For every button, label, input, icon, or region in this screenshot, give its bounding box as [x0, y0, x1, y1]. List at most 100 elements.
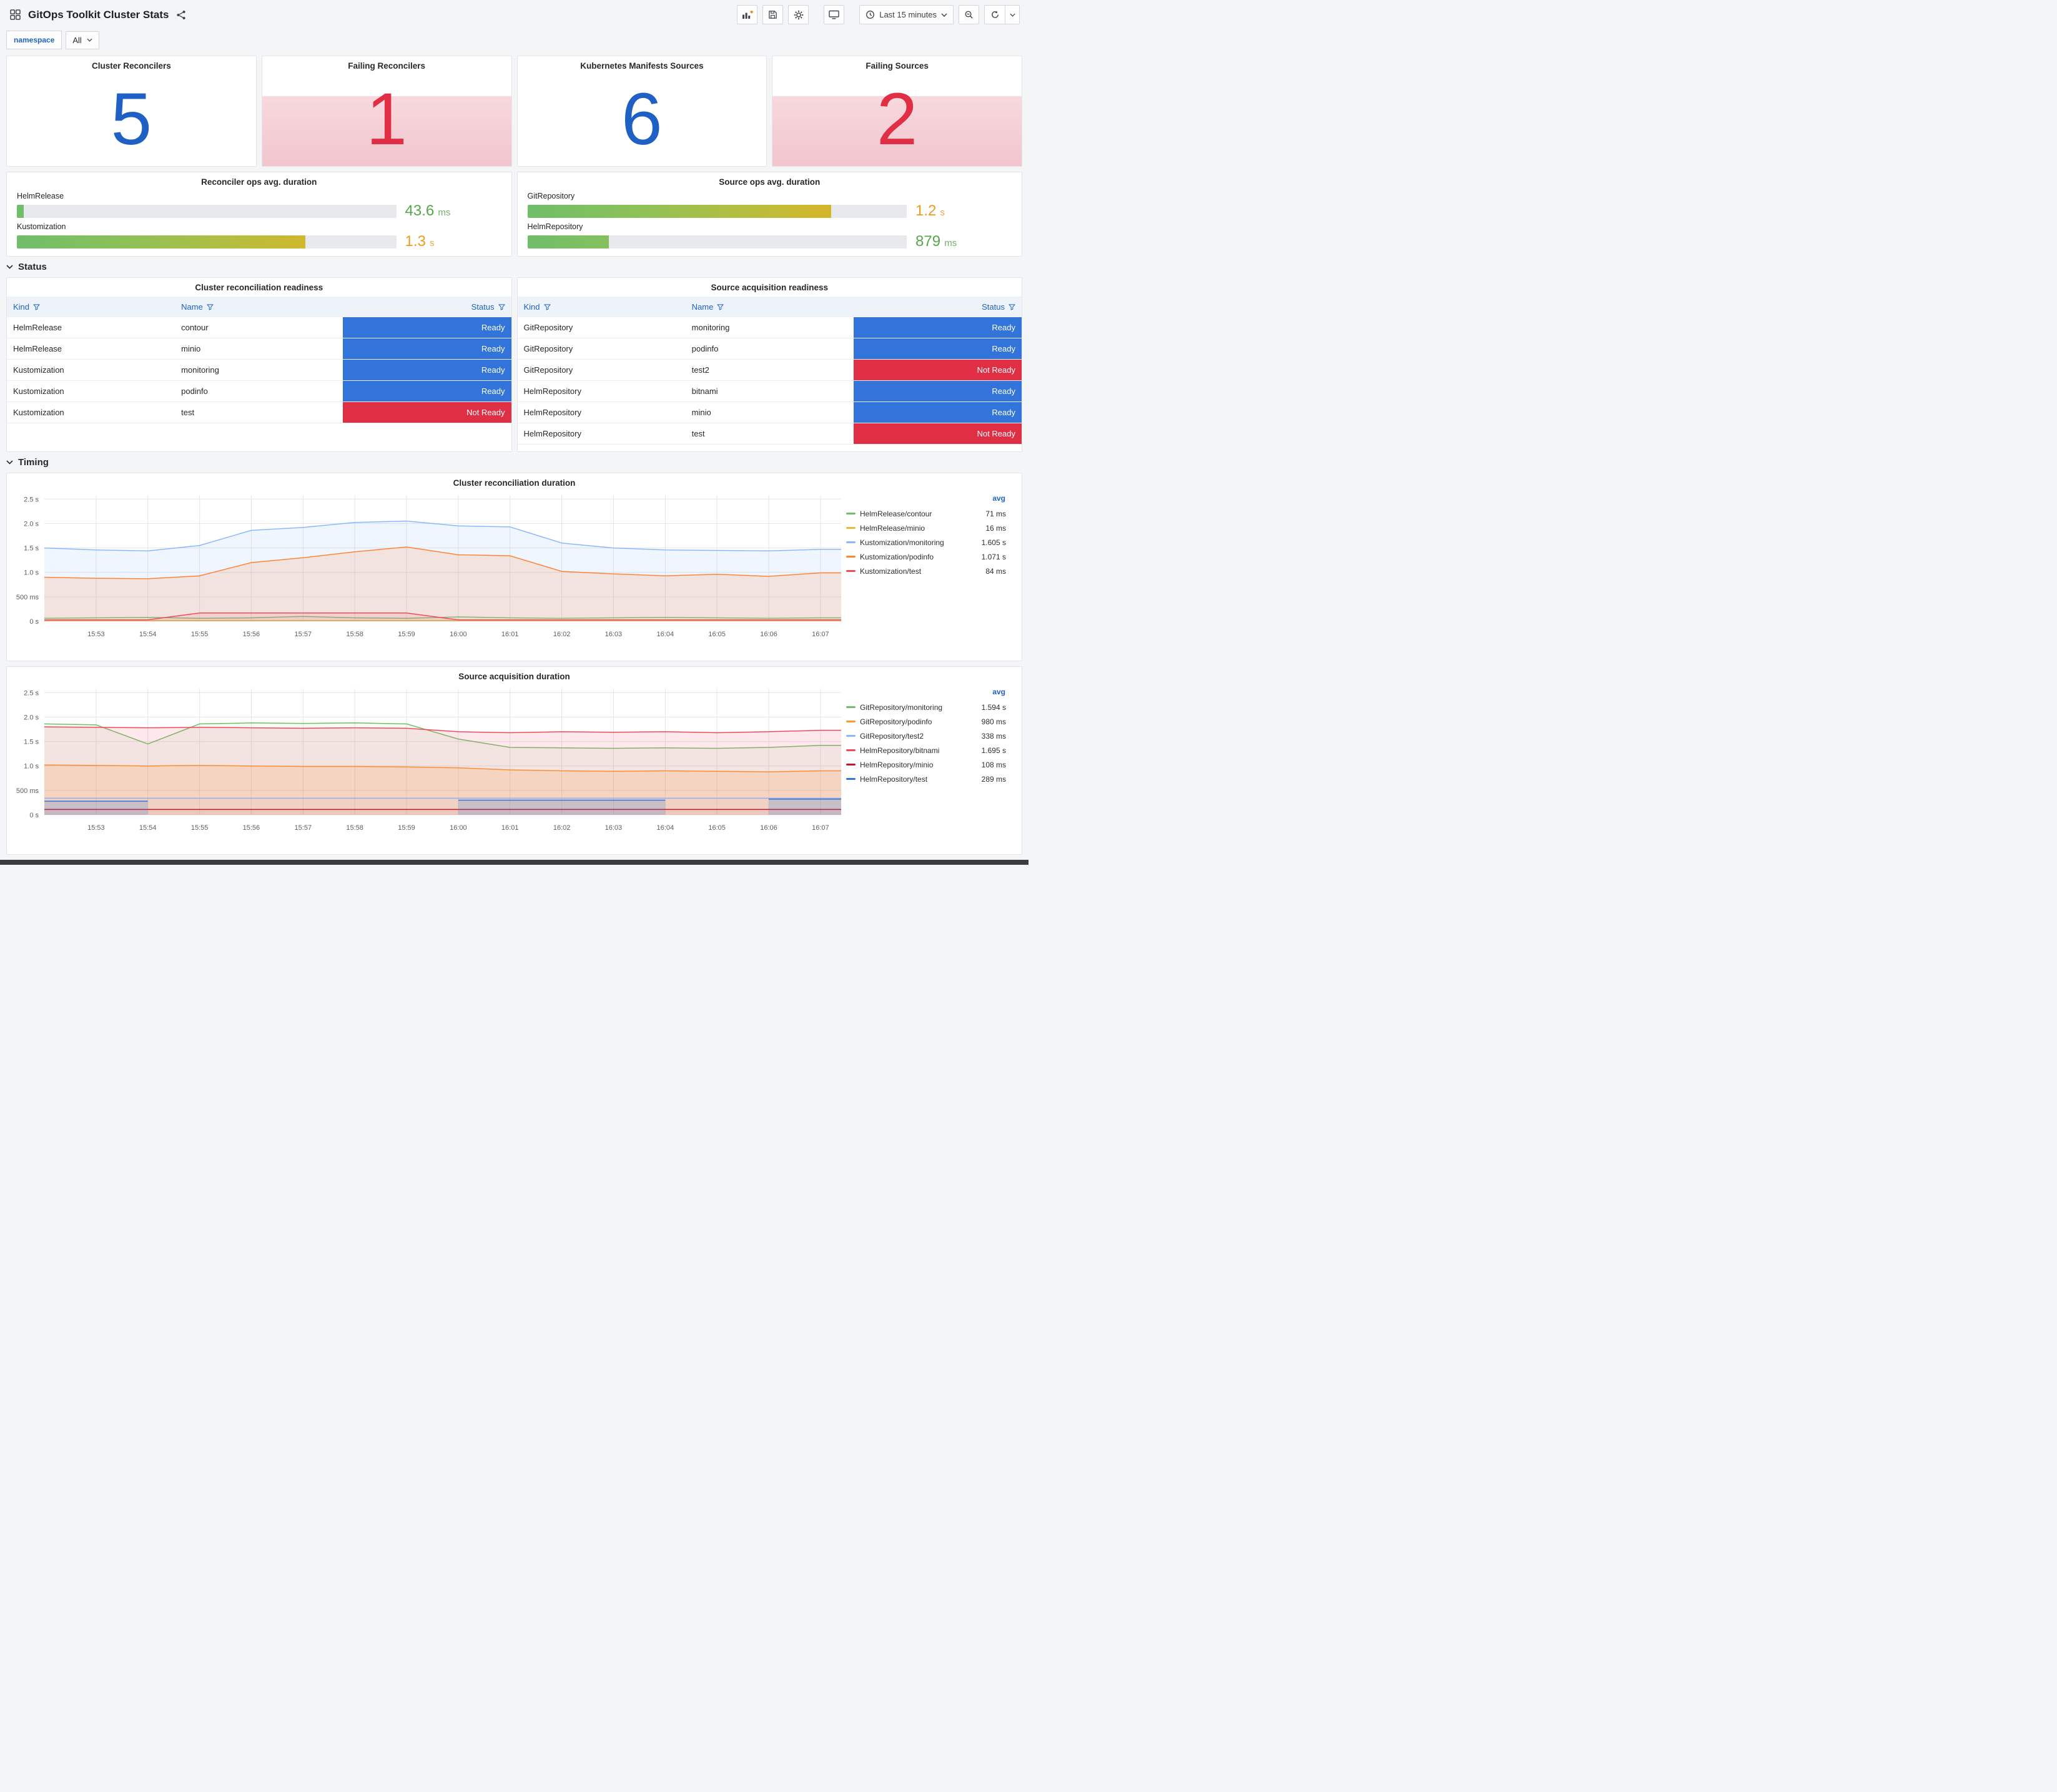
name-cell: test [685, 423, 854, 445]
legend-item[interactable]: HelmRepository/test 289 ms [846, 772, 1006, 786]
legend-item[interactable]: Kustomization/test 84 ms [846, 564, 1006, 578]
table-row: HelmRepository test Not Ready [517, 423, 1022, 445]
section-toggle-status[interactable]: Status [6, 262, 1022, 272]
x-tick-label: 15:56 [243, 824, 260, 832]
legend-avg-header[interactable]: avg [846, 494, 1006, 506]
filter-icon[interactable] [1009, 303, 1015, 310]
y-tick-label: 2.5 s [24, 496, 39, 503]
filter-icon[interactable] [498, 303, 505, 310]
filter-icon[interactable] [717, 303, 724, 310]
legend-item[interactable]: HelmRelease/contour 71 ms [846, 506, 1006, 521]
panel-title[interactable]: Kubernetes Manifests Sources [518, 56, 767, 72]
table-panel-cluster-reconciliation-readiness: Cluster reconciliation readiness Kind Na… [6, 277, 512, 452]
save-dashboard-button[interactable] [762, 5, 784, 24]
x-tick-label: 15:53 [87, 631, 105, 638]
filter-icon[interactable] [33, 303, 40, 310]
x-tick-label: 15:54 [139, 824, 157, 832]
x-tick-label: 16:00 [450, 824, 467, 832]
panel-title[interactable]: Failing Sources [772, 56, 1022, 72]
name-cell: podinfo [685, 338, 854, 360]
legend-item[interactable]: HelmRelease/minio 16 ms [846, 521, 1006, 535]
legend-item[interactable]: HelmRepository/minio 108 ms [846, 757, 1006, 772]
gauge-value: 879 ms [915, 233, 957, 250]
series-area [44, 727, 841, 815]
y-tick-label: 1.5 s [24, 545, 39, 553]
series-name: HelmRepository/minio [860, 760, 934, 769]
stat-value: 6 [621, 77, 663, 160]
section-title: Status [18, 262, 47, 272]
panel-title[interactable]: Cluster Reconcilers [7, 56, 256, 72]
gauge-track [527, 204, 907, 218]
gauge-label: Kustomization [17, 222, 66, 231]
x-tick-label: 15:57 [295, 631, 312, 638]
panel-title[interactable]: Failing Reconcilers [262, 56, 511, 72]
readiness-table: Kind Name Status HelmRelease contour Ready… [7, 297, 511, 423]
screen-bottom-edge [0, 860, 1028, 865]
kind-cell: GitRepository [517, 359, 686, 381]
refresh-interval-dropdown[interactable] [1005, 5, 1020, 24]
kind-cell: Kustomization [7, 401, 175, 423]
apps-grid-icon[interactable] [9, 8, 22, 21]
time-range-picker[interactable]: Last 15 minutes [859, 5, 954, 24]
y-tick-label: 1.0 s [24, 763, 39, 770]
section-title: Timing [18, 457, 49, 468]
gauge-value: 1.3 s [405, 233, 435, 250]
series-color-marker [846, 721, 856, 722]
x-tick-label: 16:05 [708, 631, 726, 638]
legend-item[interactable]: Kustomization/podinfo 1.071 s [846, 549, 1006, 564]
zoom-out-time-button[interactable] [959, 5, 979, 24]
section-toggle-timing[interactable]: Timing [6, 457, 1022, 468]
legend-item[interactable]: GitRepository/monitoring 1.594 s [846, 700, 1006, 714]
table-row: Kustomization monitoring Ready [7, 359, 511, 381]
filter-icon[interactable] [543, 303, 551, 310]
timeseries-plot[interactable]: 0 s 500 ms 1.0 s 1.5 s 2.0 s 2.5 s 15:53 15:54 1… [9, 682, 846, 840]
y-tick-label: 0 s [29, 812, 39, 819]
variables-row: namespace All [0, 29, 1028, 56]
legend-item[interactable]: Kustomization/monitoring 1.605 s [846, 535, 1006, 549]
add-panel-button[interactable] [737, 5, 758, 24]
series-name: Kustomization/monitoring [860, 538, 944, 547]
x-tick-label: 15:57 [295, 824, 312, 832]
gauge-bar [527, 235, 609, 249]
panel-title[interactable]: Source acquisition duration [7, 667, 1022, 682]
gauge-track [17, 204, 397, 218]
legend-item[interactable]: GitRepository/test2 338 ms [846, 729, 1006, 743]
filter-icon[interactable] [207, 303, 214, 310]
dashboard-settings-button[interactable] [788, 5, 809, 24]
x-tick-label: 16:00 [450, 631, 467, 638]
gauge-panel-reconciler-ops: Reconciler ops avg. duration HelmRelease… [6, 172, 512, 257]
timeseries-plot[interactable]: 0 s 500 ms 1.0 s 1.5 s 2.0 s 2.5 s 15:53 15:54 1… [9, 489, 846, 646]
legend-item[interactable]: GitRepository/podinfo 980 ms [846, 714, 1006, 729]
panel-title[interactable]: Cluster reconciliation readiness [7, 278, 511, 293]
status-cell: Ready [343, 380, 511, 402]
column-header-status[interactable]: Status [343, 297, 511, 317]
panel-title[interactable]: Source ops avg. duration [518, 172, 1022, 188]
x-tick-label: 16:01 [501, 631, 519, 638]
cycle-view-mode-button[interactable] [824, 5, 845, 24]
y-tick-label: 0 s [29, 618, 39, 626]
panel-title[interactable]: Source acquisition readiness [518, 278, 1022, 293]
y-tick-label: 1.0 s [24, 569, 39, 577]
legend-avg-header[interactable]: avg [846, 687, 1006, 700]
column-header-kind[interactable]: Kind [7, 297, 175, 317]
stat-panel-cluster-reconcilers: Cluster Reconcilers 5 [6, 56, 257, 167]
column-header-name[interactable]: Name [685, 297, 854, 317]
name-cell: contour [175, 317, 343, 338]
x-tick-label: 16:02 [553, 631, 571, 638]
x-tick-label: 15:58 [346, 824, 363, 832]
column-header-kind[interactable]: Kind [517, 297, 686, 317]
refresh-button[interactable] [984, 5, 1005, 24]
panel-title[interactable]: Cluster reconciliation duration [7, 473, 1022, 489]
variable-namespace-select[interactable]: All [66, 31, 99, 49]
gauge-track [527, 235, 907, 249]
panel-title[interactable]: Reconciler ops avg. duration [7, 172, 511, 188]
share-icon[interactable] [175, 9, 187, 21]
legend-item[interactable]: HelmRepository/bitnami 1.695 s [846, 743, 1006, 757]
stat-panels-row: Cluster Reconcilers 5 Failing Reconciler… [6, 56, 1022, 167]
column-header-status[interactable]: Status [853, 297, 1022, 317]
series-name: HelmRelease/contour [860, 509, 932, 518]
series-avg-value: 1.594 s [981, 702, 1006, 712]
column-header-name[interactable]: Name [175, 297, 343, 317]
series-avg-value: 1.071 s [981, 552, 1006, 561]
series-name: HelmRepository/bitnami [860, 746, 940, 755]
